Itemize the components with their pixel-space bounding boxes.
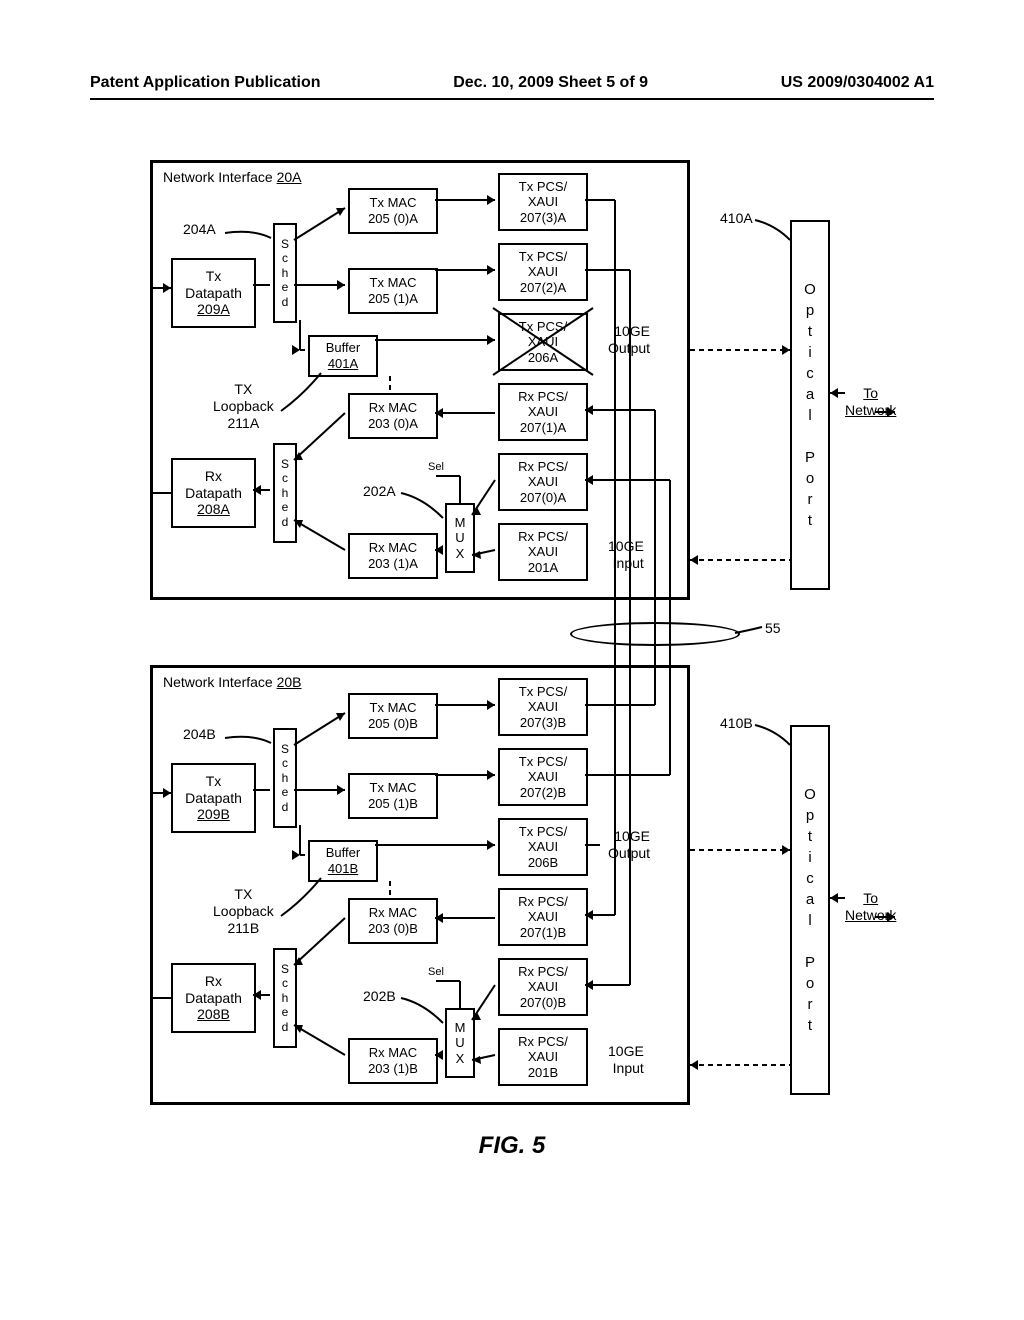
buffer-b: Buffer 401B <box>308 840 378 882</box>
optical-port-b: O p t i c a l P o r t <box>790 725 830 1095</box>
tx-pcs-206a: Tx PCS/ XAUI 206A <box>498 313 588 371</box>
rx-pcs-201a: Rx PCS/ XAUI 201A <box>498 523 588 581</box>
b-10ge-in: 10GE Input <box>608 1043 644 1077</box>
rx-datapath-b: Rx Datapath 208B <box>171 963 256 1033</box>
sched-rx-a: S c h e d <box>273 443 297 543</box>
buffer-a: Buffer 401A <box>308 335 378 377</box>
rx-pcs-1b: Rx PCS/ XAUI 207(1)B <box>498 888 588 946</box>
bus-label: 55 <box>765 620 781 637</box>
network-interface-b: Network Interface 20B Tx Datapath 209B R… <box>150 665 690 1105</box>
sel-a: Sel <box>428 461 444 474</box>
tx-pcs-3b: Tx PCS/ XAUI 207(3)B <box>498 678 588 736</box>
sched-rx-b: S c h e d <box>273 948 297 1048</box>
sched-tx-ref-b: 204B <box>183 726 216 743</box>
tx-datapath-a: Tx Datapath 209A <box>171 258 256 328</box>
rx-mac-0a: Rx MAC 203 (0)A <box>348 393 438 439</box>
tx-loopback-b: TX Loopback 211B <box>213 886 274 936</box>
sel-b: Sel <box>428 966 444 979</box>
optical-port-a: O p t i c a l P o r t <box>790 220 830 590</box>
diagram: Network Interface 20A Tx Datapath 209A R… <box>150 160 910 1120</box>
a-10ge-in: 10GE Input <box>608 538 644 572</box>
tx-mac-1b: Tx MAC 205 (1)B <box>348 773 438 819</box>
to-network-b: To Network <box>845 890 896 924</box>
b-10ge-out: 10GE Output <box>608 828 650 862</box>
tx-pcs-2b: Tx PCS/ XAUI 207(2)B <box>498 748 588 806</box>
network-interface-a: Network Interface 20A Tx Datapath 209A R… <box>150 160 690 600</box>
sched-tx-ref-a: 204A <box>183 221 216 238</box>
tx-pcs-3a: Tx PCS/ XAUI 207(3)A <box>498 173 588 231</box>
tx-loopback-a: TX Loopback 211A <box>213 381 274 431</box>
mux-ref-a: 202A <box>363 483 396 500</box>
sched-tx-b: S c h e d <box>273 728 297 828</box>
optical-a-ref: 410A <box>720 210 753 227</box>
interface-b-title: Network Interface 20B <box>163 674 302 691</box>
tx-datapath-b: Tx Datapath 209B <box>171 763 256 833</box>
mux-ref-b: 202B <box>363 988 396 1005</box>
tx-pcs-206b: Tx PCS/ XAUI 206B <box>498 818 588 876</box>
rx-mac-1b: Rx MAC 203 (1)B <box>348 1038 438 1084</box>
rx-pcs-0a: Rx PCS/ XAUI 207(0)A <box>498 453 588 511</box>
sched-tx-a: S c h e d <box>273 223 297 323</box>
rx-mac-0b: Rx MAC 203 (0)B <box>348 898 438 944</box>
a-10ge-out: 10GE Output <box>608 323 650 357</box>
to-network-a: To Network <box>845 385 896 419</box>
interface-a-title: Network Interface 20A <box>163 169 302 186</box>
mux-a: M U X <box>445 503 475 573</box>
tx-pcs-2a: Tx PCS/ XAUI 207(2)A <box>498 243 588 301</box>
rx-pcs-201b: Rx PCS/ XAUI 201B <box>498 1028 588 1086</box>
rx-datapath-a: Rx Datapath 208A <box>171 458 256 528</box>
tx-mac-0b: Tx MAC 205 (0)B <box>348 693 438 739</box>
optical-b-ref: 410B <box>720 715 753 732</box>
header-left: Patent Application Publication <box>90 74 321 92</box>
header-center: Dec. 10, 2009 Sheet 5 of 9 <box>453 74 648 92</box>
rx-pcs-1a: Rx PCS/ XAUI 207(1)A <box>498 383 588 441</box>
header-rule <box>90 98 934 100</box>
header-right: US 2009/0304002 A1 <box>781 74 934 92</box>
tx-mac-1a: Tx MAC 205 (1)A <box>348 268 438 314</box>
tx-mac-0a: Tx MAC 205 (0)A <box>348 188 438 234</box>
bus-ellipse <box>570 622 740 646</box>
mux-b: M U X <box>445 1008 475 1078</box>
figure-label: FIG. 5 <box>0 1132 1024 1160</box>
rx-pcs-0b: Rx PCS/ XAUI 207(0)B <box>498 958 588 1016</box>
rx-mac-1a: Rx MAC 203 (1)A <box>348 533 438 579</box>
